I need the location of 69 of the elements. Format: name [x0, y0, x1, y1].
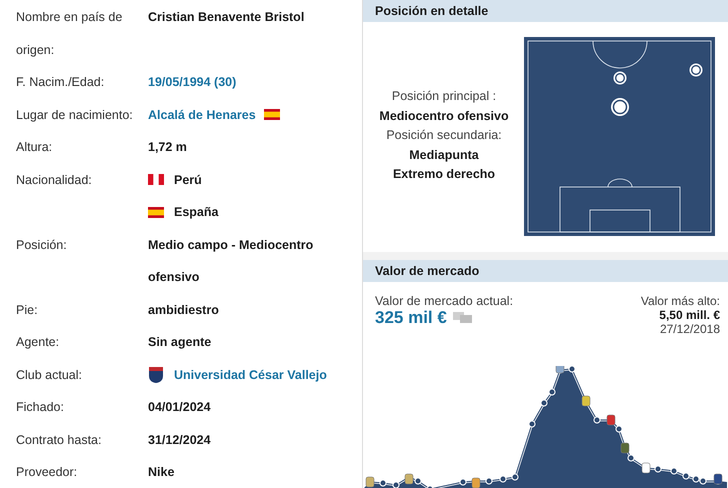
data-point[interactable] — [654, 465, 662, 472]
data-point[interactable] — [692, 475, 700, 482]
data-point[interactable] — [568, 366, 576, 372]
nationality-text: Perú — [174, 172, 202, 188]
data-point[interactable] — [528, 420, 536, 427]
current-value: 325 mil € — [375, 308, 447, 328]
field-label: Nacionalidad: — [16, 172, 93, 188]
data-point[interactable] — [500, 475, 506, 482]
data-point[interactable] — [628, 454, 634, 461]
birthdate-link[interactable]: 19/05/1994 (30) — [148, 66, 236, 98]
data-point[interactable] — [540, 399, 548, 406]
field-label: Lugar de nacimiento: — [16, 106, 134, 124]
club-crest-icon — [642, 462, 650, 473]
field-value: 31/12/2024 — [148, 432, 211, 448]
club-crest-icon — [404, 473, 414, 484]
field-label: Proveedor: — [16, 464, 78, 481]
main-position-label: Posición principal : — [392, 88, 496, 106]
section-header: Posición en detalle — [363, 0, 728, 22]
shield-icon — [148, 366, 164, 384]
field-label: Club actual: — [16, 366, 84, 384]
secondary-position: Extremo derecho — [392, 166, 496, 184]
secondary-position-label: Posición secundaria: — [386, 127, 502, 144]
data-point[interactable] — [512, 473, 518, 480]
field-label: Fichado: — [16, 399, 65, 416]
field-label: Agente: — [16, 334, 60, 351]
field-value: ambidiestro — [148, 302, 219, 318]
field-value: Sin agente — [148, 334, 212, 351]
field-label: Altura: — [16, 139, 54, 156]
spain-flag-icon — [148, 206, 164, 218]
club-crest-icon — [714, 473, 722, 484]
main-position: Mediocentro ofensivo — [379, 108, 509, 125]
data-point[interactable] — [426, 485, 434, 488]
data-point[interactable] — [700, 477, 706, 484]
data-point[interactable] — [682, 472, 690, 479]
field-label: Nombre en país de origen: — [16, 9, 124, 59]
field-label: F. Nacim./Edad: — [16, 74, 106, 91]
field-label: Pie: — [16, 302, 39, 318]
club-crest-icon — [582, 395, 590, 406]
highest-value: 5,50 mill. € — [659, 308, 720, 322]
club-link[interactable]: Universidad César Vallejo — [174, 358, 327, 391]
data-point[interactable] — [548, 388, 556, 395]
data-point[interactable] — [392, 481, 400, 488]
club-crest-icon — [366, 476, 374, 487]
highest-value-label: Valor más alto: — [640, 294, 720, 308]
data-point[interactable] — [670, 467, 678, 474]
field-value: 1,72 m — [148, 139, 187, 156]
club-crest-icon — [472, 477, 480, 488]
data-point[interactable] — [486, 477, 492, 484]
peru-flag-icon — [148, 174, 164, 186]
field-value: 04/01/2024 — [148, 399, 211, 416]
field-label: Posición: — [16, 236, 68, 254]
data-point[interactable] — [380, 479, 386, 486]
data-point[interactable] — [460, 478, 466, 485]
current-value-label: Valor de mercado actual: — [375, 294, 514, 308]
data-point[interactable] — [594, 416, 600, 423]
highest-value-date: 27/12/2018 — [660, 322, 720, 336]
birthplace-link[interactable]: Alcalá de Henares — [148, 98, 256, 131]
club-crest-icon — [556, 366, 564, 373]
field-value: Cristian Benavente Bristol — [148, 9, 304, 26]
field-value: Nike — [148, 464, 174, 481]
club-crest-icon — [620, 442, 630, 453]
spain-flag-icon — [264, 109, 280, 120]
data-point[interactable] — [616, 425, 622, 432]
nationality-text: España — [174, 204, 218, 221]
section-header: Valor de mercado — [363, 252, 728, 282]
secondary-position: Mediapunta — [409, 146, 479, 164]
club-crest-icon — [606, 414, 616, 425]
data-point[interactable] — [414, 477, 422, 484]
field-label: Contrato hasta: — [16, 432, 102, 448]
